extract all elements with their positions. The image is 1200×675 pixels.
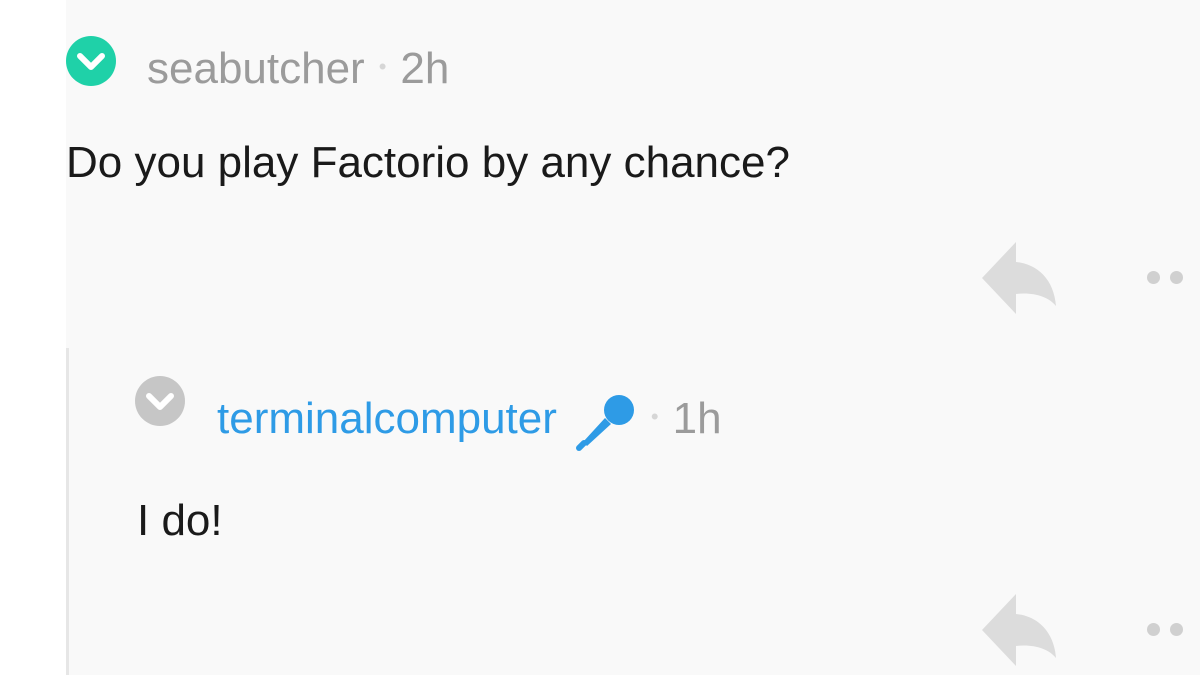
chevron-down-circle-icon[interactable] xyxy=(135,376,185,426)
comment-body: Do you play Factorio by any chance? xyxy=(66,138,790,187)
separator-dot: • xyxy=(378,54,387,79)
reply-arrow-icon[interactable] xyxy=(980,592,1058,668)
author-name[interactable]: seabutcher xyxy=(147,44,365,94)
microphone-icon xyxy=(575,395,634,451)
comment-meta: terminalcomputer • 1h xyxy=(217,388,722,451)
author-name[interactable]: terminalcomputer xyxy=(217,394,557,444)
comment-meta: seabutcher • 2h xyxy=(147,44,449,94)
dot xyxy=(1170,623,1183,636)
dot xyxy=(1147,271,1160,284)
timestamp: 1h xyxy=(672,394,722,443)
comment-thread xyxy=(66,0,1200,675)
thread-line[interactable] xyxy=(66,348,69,675)
dot xyxy=(1147,623,1160,636)
comment-body: I do! xyxy=(137,496,223,545)
more-dots-icon[interactable] xyxy=(1147,623,1183,636)
chevron-down-circle-icon[interactable] xyxy=(66,36,116,86)
reply-arrow-icon[interactable] xyxy=(980,240,1058,316)
timestamp: 2h xyxy=(400,44,450,93)
more-dots-icon[interactable] xyxy=(1147,271,1183,284)
separator-dot: • xyxy=(650,404,659,429)
dot xyxy=(1170,271,1183,284)
